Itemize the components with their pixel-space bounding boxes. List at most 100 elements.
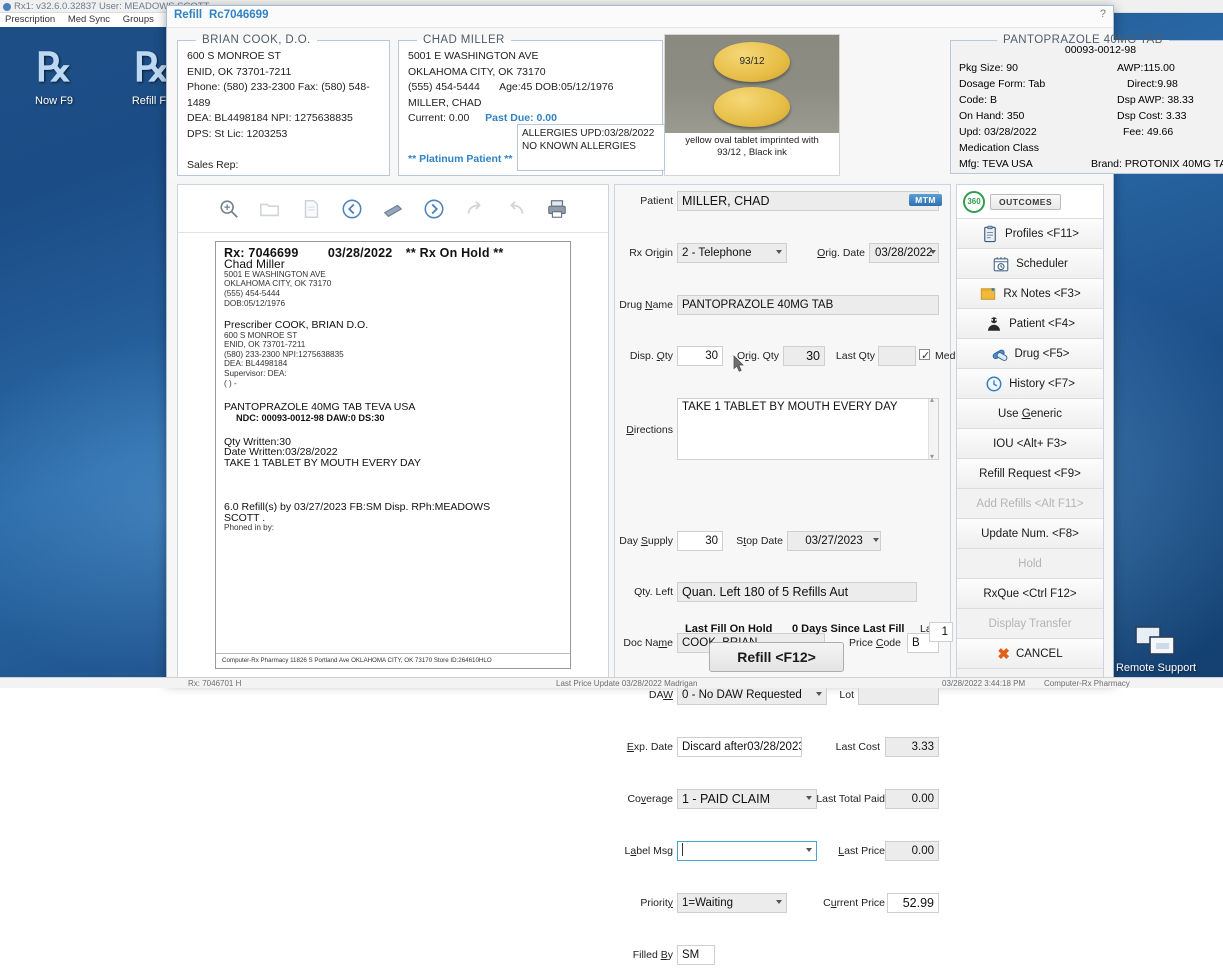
refill-request-button[interactable]: Refill Request <F9> [957,459,1103,489]
disp-qty-label: Disp. Qty [615,346,673,366]
help-icon[interactable]: ? [1100,8,1106,20]
label-patient-name: Chad Miller [224,259,562,269]
mtm-badge[interactable]: MTM [909,194,942,206]
coverage-select[interactable]: 1 - PAID CLAIM [677,789,817,809]
day-supply-input[interactable]: 30 [677,531,723,551]
desktop-icon-now-f9[interactable]: ℞ Now F9 [6,42,102,107]
scanner-icon[interactable] [382,198,404,220]
directions-text: TAKE 1 TABLET BY MOUTH EVERY DAY [682,401,898,413]
pill-top: 93/12 [714,42,790,82]
status-last-price-update: Last Price Update 03/28/2022 Madrigan [556,678,697,688]
outcomes-button[interactable]: OUTCOMES [990,194,1061,210]
button-label: Scheduler [1016,258,1068,270]
remote-support-icon [1134,625,1178,659]
last-fill-on-hold-status: Last Fill On Hold [685,623,772,635]
print-icon[interactable] [546,198,568,220]
exp-date-input[interactable]: Discard after03/28/2023 [677,737,802,757]
button-label: RxQue <Ctrl F12> [983,588,1076,600]
clinical-360-icon[interactable]: 360 [963,191,985,213]
outcomes-row[interactable]: 360 OUTCOMES [957,185,1103,219]
directions-textarea[interactable]: TAKE 1 TABLET BY MOUTH EVERY DAY [677,398,939,460]
top-information-row: BRIAN COOK, D.O. 600 S MONROE ST ENID, O… [167,28,1113,180]
upd-label: Upd: [959,126,981,138]
current-price-input[interactable]: 52.99 [887,893,939,913]
previous-page-icon[interactable] [341,198,363,220]
cancel-button[interactable]: ✖ CANCEL [957,639,1103,669]
patient-current-label: Current: [408,112,446,124]
button-label: Update Num. <F8> [981,528,1079,540]
chevron-down-icon[interactable] [776,250,782,254]
history-button[interactable]: History <F7> [957,369,1103,399]
platinum-patient-badge: ** Platinum Patient ** [408,153,512,165]
filled-by-input[interactable]: SM [677,945,715,965]
scheduler-button[interactable]: Scheduler [957,249,1103,279]
lot-input[interactable] [858,685,939,705]
patient-phone: (555) 454-5444 [408,81,480,93]
chevron-down-icon[interactable] [816,692,822,696]
exp-date-label: Exp. Date [615,737,673,757]
rx-origin-select[interactable]: 2 - Telephone [677,243,787,263]
orig-date-input[interactable]: 03/28/2022 [869,243,939,263]
drug-name-input[interactable]: PANTOPRAZOLE 40MG TAB [677,295,939,315]
pill-description: yellow oval tablet imprinted with 93/12 … [665,133,839,159]
label-drug-line: PANTOPRAZOLE 40MG TAB TEVA USA [224,402,562,412]
directions-scrollbar[interactable] [928,399,938,459]
drug-ndc: 00093-0012-98 [951,44,1223,56]
profiles-button[interactable]: Profiles <F11> [957,219,1103,249]
refill-tab-link[interactable]: Refill [174,9,202,21]
prescription-label-preview: Rx: 7046699 03/28/2022 ** Rx On Hold ** … [215,241,571,669]
label-msg-select[interactable] [677,841,817,861]
action-button-column: 360 OUTCOMES Profiles <F11> [956,184,1104,678]
last-qty-input[interactable] [878,346,916,366]
chevron-down-icon[interactable] [930,250,936,254]
use-generic-button[interactable]: Use Generic [957,399,1103,429]
last-total-paid-display: 0.00 [885,789,939,809]
orig-qty-input[interactable]: 30 [783,346,825,366]
rxque-button[interactable]: RxQue <Ctrl F12> [957,579,1103,609]
chevron-down-icon[interactable] [806,848,812,852]
labels-input[interactable]: 1 [929,622,953,642]
patient-age: Age:45 [499,81,532,93]
capsule-icon [991,345,1009,363]
label-patient-dob: DOB:05/12/1976 [224,299,562,309]
lot-label: Lot [828,685,854,705]
disp-qty-input[interactable]: 30 [677,346,723,366]
zoom-in-icon[interactable] [218,198,240,220]
drug-button[interactable]: Drug <F5> [957,339,1103,369]
iou-button[interactable]: IOU <Alt+ F3> [957,429,1103,459]
label-footer: Computer-Rx Pharmacy 11826 S Portland Av… [216,653,570,668]
next-page-icon[interactable] [423,198,445,220]
menu-item-prescription[interactable]: Prescription [0,14,60,25]
button-label: Profiles <F11> [1005,228,1079,240]
patient-input[interactable]: MILLER, CHAD [677,191,939,211]
document-icon [300,198,322,220]
last-cost-display: 3.33 [885,737,939,757]
menu-item-med-sync[interactable]: Med Sync [63,14,115,25]
last-qty-label: Last Qty [827,346,875,366]
pill-image-panel: 93/12 yellow oval tablet imprinted with … [664,34,840,176]
rx-notes-button[interactable]: Rx Notes <F3> [957,279,1103,309]
chevron-down-icon[interactable] [873,538,879,542]
desktop-icon-remote-support[interactable]: Remote Support [1101,625,1211,674]
pkg-size-value: 90 [1006,62,1018,74]
patient-field-label: Patient [615,191,673,211]
priority-select[interactable]: 1=Waiting [677,893,787,913]
patient-button[interactable]: Patient <F4> [957,309,1103,339]
last-total-paid-label: Last Total Paid [815,789,885,809]
label-prescriber: Prescriber COOK, BRIAN D.O. [224,320,562,330]
note-icon [979,285,997,303]
label-refills-line-2: SCOTT . [224,513,562,523]
chevron-down-icon[interactable] [806,796,812,800]
update-num-button[interactable]: Update Num. <F8> [957,519,1103,549]
daw-select[interactable]: 0 - No DAW Requested [677,685,827,705]
rx-number-link[interactable]: Rc7046699 [209,9,268,21]
menu-item-groups[interactable]: Groups [118,14,159,25]
button-label: History <F7> [1009,378,1075,390]
label-supervisor-phone: ( ) - [224,379,562,389]
refill-button[interactable]: Refill <F12> [709,642,844,672]
brand-name: Brand: PROTONIX 40MG TAB [1091,158,1223,170]
stop-date-input[interactable]: 03/27/2023 [787,531,881,551]
chevron-down-icon[interactable] [776,900,782,904]
button-label: Add Refills <Alt F11> [976,498,1083,510]
hold-button: Hold [957,549,1103,579]
